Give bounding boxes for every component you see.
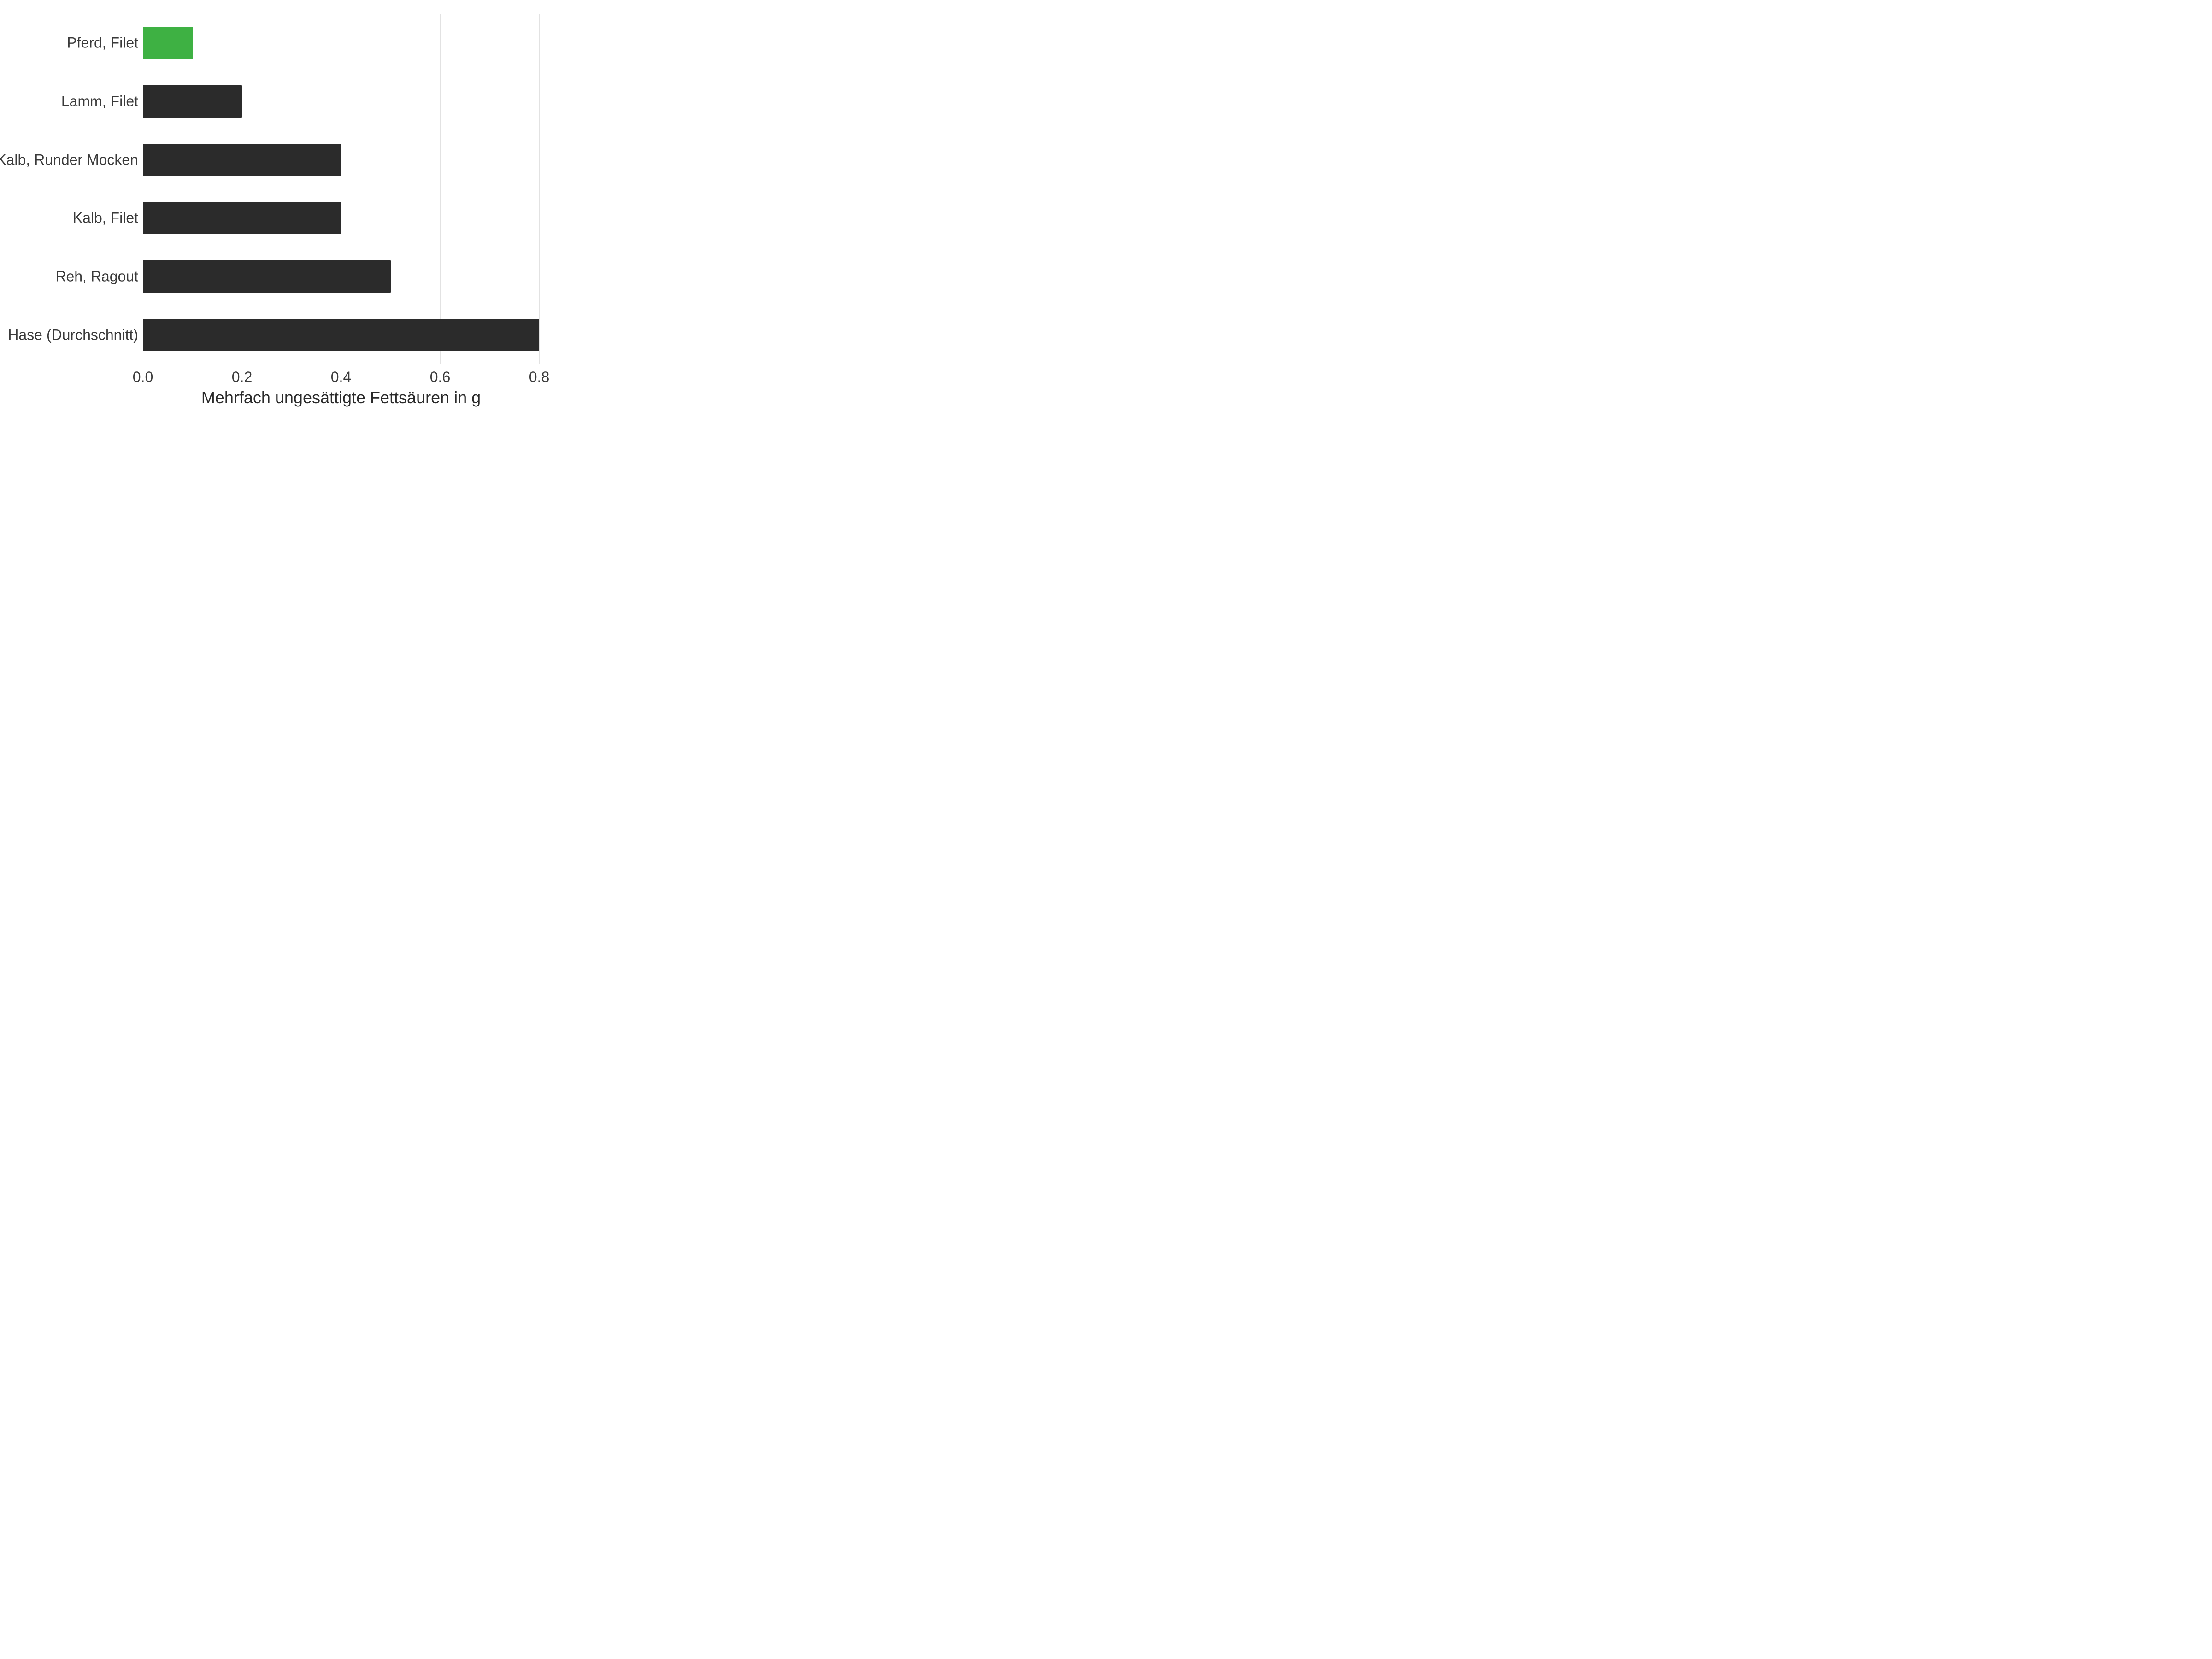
bar xyxy=(143,144,341,176)
bar xyxy=(143,260,391,293)
gridline xyxy=(539,14,540,364)
x-tick-label: 0.2 xyxy=(232,369,252,386)
bar-row xyxy=(143,202,539,234)
x-tick-label: 0.4 xyxy=(331,369,351,386)
plot-area xyxy=(143,14,539,364)
bar-row xyxy=(143,319,539,351)
bar-row xyxy=(143,144,539,176)
gridline xyxy=(440,14,441,364)
bar xyxy=(143,85,242,118)
x-axis-ticks: 0.00.20.40.60.8 xyxy=(143,369,539,387)
bar xyxy=(143,319,539,351)
y-tick-label: Kalb, Runder Mocken xyxy=(0,151,138,168)
bar xyxy=(143,202,341,234)
y-tick-label: Hase (Durchschnitt) xyxy=(8,326,138,343)
x-tick-label: 0.8 xyxy=(529,369,549,386)
bar xyxy=(143,27,193,59)
y-tick-label: Kalb, Filet xyxy=(73,210,138,227)
x-axis-title: Mehrfach ungesättigte Fettsäuren in g xyxy=(143,388,539,407)
y-axis-ticks: Pferd, Filet Lamm, Filet Kalb, Runder Mock… xyxy=(0,14,138,364)
y-tick-label: Reh, Ragout xyxy=(55,268,138,285)
x-tick-label: 0.0 xyxy=(133,369,153,386)
bar-row xyxy=(143,260,539,293)
chart-container: Pferd, Filet Lamm, Filet Kalb, Runder Mock… xyxy=(0,0,553,415)
y-tick-label: Lamm, Filet xyxy=(61,93,138,110)
bar-row xyxy=(143,27,539,59)
x-tick-label: 0.6 xyxy=(430,369,450,386)
bar-row xyxy=(143,85,539,118)
y-tick-label: Pferd, Filet xyxy=(67,35,138,52)
